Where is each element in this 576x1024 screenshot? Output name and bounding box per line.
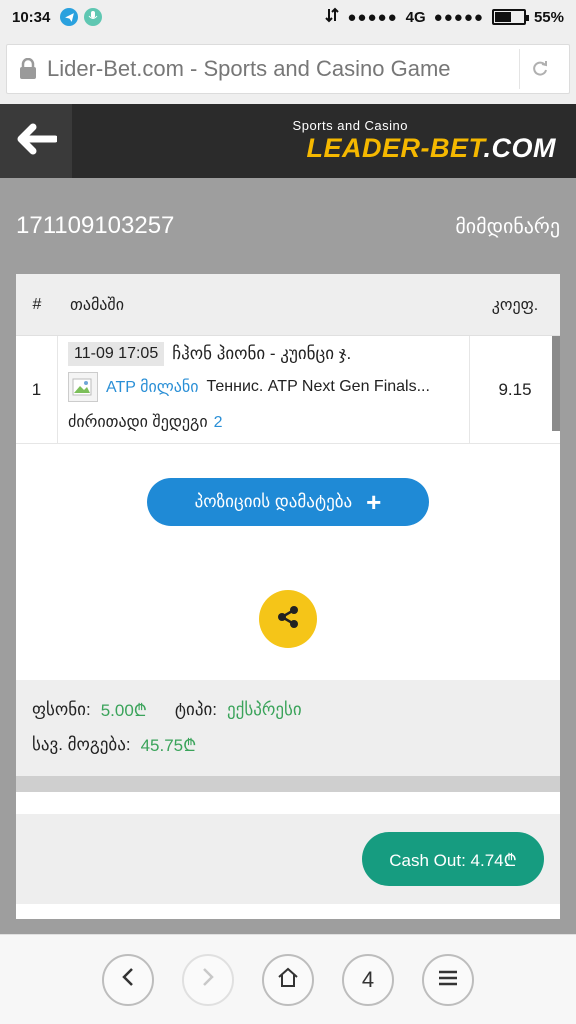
back-arrow-icon [15,123,59,160]
telegram-icon [60,8,79,26]
share-button[interactable] [259,590,317,648]
bet-header: 171109103257 მიმდინარე [0,178,576,274]
url-text[interactable]: Lider-Bet.com - Sports and Casino Game [47,56,511,82]
chevron-left-icon [120,967,136,993]
nav-back-button[interactable] [102,953,154,1006]
win-label: სავ. მოგება: [32,734,131,754]
header-odds: კოეფ. [491,296,539,314]
add-position-label: პოზიციის დამატება [194,492,353,511]
broken-image-icon [68,372,98,402]
section-divider [16,776,560,792]
nav-forward-button[interactable] [182,953,234,1006]
logo-main-text: LEADER-BET [306,133,484,163]
logo-text: LEADER-BET.COM [293,133,556,164]
nav-tabs-button[interactable]: 4 [342,953,394,1006]
row-num: 1 [16,336,58,443]
cash-out-button[interactable]: Cash Out: 4.74₾ [362,832,544,886]
status-right: ●●●●● 4G ●●●●● 55% [325,7,564,27]
stake-value: 5.00₾ [100,701,147,720]
stake-label: ფსონი: [32,699,91,719]
back-button[interactable] [0,104,72,178]
network-type: 4G [405,8,426,26]
row-game: 11-09 17:05 ჩჰონ ჰიონი - კუინცი ჯ. ATP მ… [58,336,470,443]
bet-summary: ფსონი: 5.00₾ ტიპი: ექსპრესი სავ. მოგება:… [16,680,560,776]
bet-card: # თამაში კოეფ. 1 11-09 17:05 ჩჰონ ჰიონი … [16,274,560,919]
logo-subtitle: Sports and Casino [292,118,408,133]
plus-icon: + [366,487,382,517]
home-icon [276,966,300,994]
signal-icon: ●●●●● [347,8,398,26]
status-bar: 10:34 ●●●●● 4G ●●●●● 55% [0,0,576,34]
browser-bottom-nav: 4 [0,934,576,1024]
microphone-icon [84,8,103,26]
lock-icon [17,57,39,80]
league-link[interactable]: ATP მილანი [106,377,199,397]
row-odds: 9.15 [498,379,532,399]
nav-menu-button[interactable] [422,953,474,1006]
reload-icon[interactable] [519,49,559,89]
nav-home-button[interactable] [262,953,314,1006]
tournament-name: Теннис. ATP Next Gen Finals... [206,378,430,395]
market-value: 2 [213,414,223,431]
type-value: ექსპრესი [226,699,302,719]
cashout-area: Cash Out: 4.74₾ [16,814,560,904]
site-logo[interactable]: Sports and Casino LEADER-BET.COM [293,118,556,164]
bet-id: 171109103257 [16,212,175,239]
win-value: 45.75₾ [140,736,197,755]
battery-icon [491,9,529,25]
header-num: # [32,295,42,313]
scrollbar[interactable] [552,336,560,431]
signal-icon-2: ●●●●● [433,8,484,26]
tabs-count: 4 [361,966,375,992]
address-bar[interactable]: Lider-Bet.com - Sports and Casino Game [6,44,570,94]
chevron-right-icon [200,967,216,993]
table-row: 1 11-09 17:05 ჩჰონ ჰიონი - კუინცი ჯ. ATP… [16,336,560,444]
data-transfer-icon [325,7,340,27]
menu-icon [437,967,459,993]
site-header: Sports and Casino LEADER-BET.COM [0,104,576,178]
browser-toolbar: Lider-Bet.com - Sports and Casino Game [0,34,576,104]
status-time: 10:34 [12,8,51,26]
type-label: ტიპი: [174,699,217,719]
event-date: 11-09 17:05 [68,342,165,366]
battery-percent: 55% [533,8,564,26]
table-header: # თამაში კოეფ. [16,274,560,336]
match-name: ჩჰონ ჰიონი - კუინცი ჯ. [172,344,352,363]
header-game: თამაში [70,296,124,314]
share-icon [275,604,301,635]
market-name: ძირითადი შედეგი [68,414,208,431]
bet-status: მიმდინარე [455,215,560,238]
logo-suffix: .COM [483,133,556,163]
add-position-button[interactable]: პოზიციის დამატება + [147,478,429,526]
